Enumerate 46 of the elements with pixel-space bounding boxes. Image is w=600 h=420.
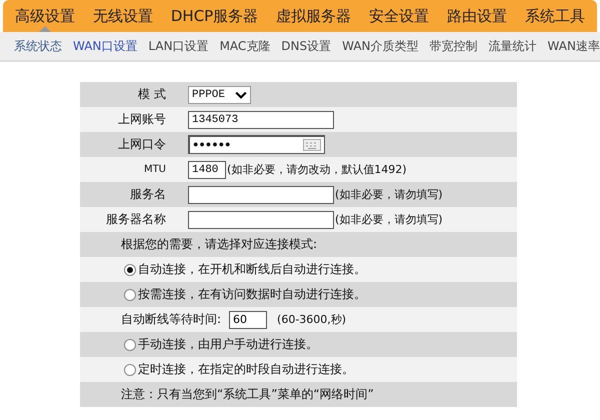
- radio-button[interactable]: [124, 288, 136, 300]
- text-field[interactable]: [188, 210, 334, 228]
- submenu-link[interactable]: 流量统计: [488, 38, 537, 54]
- menu-tab[interactable]: 安全设置: [369, 0, 430, 32]
- submenu-link[interactable]: MAC克隆: [220, 38, 270, 54]
- field-label: 上网口令: [117, 136, 167, 153]
- radio-label: 定时连接，在指定的时段自动进行连接。: [138, 361, 354, 378]
- hint-text: (如非必要，请勿改动，默认值1492): [227, 162, 407, 177]
- hint-text: (如非必要，请勿填写): [335, 187, 443, 202]
- submenu-link[interactable]: WAN口设置: [73, 38, 138, 54]
- note-text: 注意：只有当您到“系统工具”菜单的“网络时间”: [120, 386, 374, 403]
- submenu-link[interactable]: DNS设置: [281, 38, 332, 54]
- field-label: 上网账号: [117, 111, 167, 128]
- mtu-field[interactable]: 1480: [188, 160, 226, 178]
- radio-button[interactable]: [124, 338, 136, 350]
- field-label: MTU: [142, 164, 167, 175]
- submenu-link[interactable]: LAN口设置: [148, 38, 209, 54]
- radio-label: 按需连接，在有访问数据时自动进行连接。: [138, 286, 366, 303]
- submenu-link[interactable]: 系统状态: [14, 38, 62, 54]
- menu-tab[interactable]: 虚拟服务器: [276, 0, 352, 32]
- keyboard-icon: [303, 139, 321, 151]
- password-dots: ●●●●●●: [193, 140, 232, 150]
- field-label: 服务器名称: [105, 211, 167, 228]
- field-label: 自动断线等待时间:: [120, 311, 222, 328]
- password-field[interactable]: ●●●●●●: [188, 135, 325, 154]
- timeout-field[interactable]: 60: [229, 310, 268, 328]
- submenu-link[interactable]: WAN速率: [548, 38, 600, 54]
- radio-label: 手动连接，由用户手动进行连接。: [138, 336, 318, 353]
- note-text: 根据您的需要，请选择对应连接模式:: [120, 236, 318, 253]
- radio-button[interactable]: [124, 364, 136, 376]
- hint-text: (60-3600,秒): [277, 312, 346, 327]
- mode-dropdown[interactable]: PPPOE: [188, 86, 252, 104]
- field-label: 服务名: [129, 186, 167, 203]
- menu-tab[interactable]: 路由设置: [447, 0, 508, 32]
- hint-text: (如非必要，请勿填写): [335, 212, 443, 227]
- radio-label: 自动连接，在开机和断线后自动进行连接。: [138, 261, 366, 278]
- submenu-link[interactable]: 带宽控制: [430, 38, 478, 54]
- submenu-link[interactable]: WAN介质类型: [342, 38, 419, 54]
- field-label: 模 式: [137, 86, 167, 103]
- text-field[interactable]: [188, 186, 334, 204]
- text-field[interactable]: 1345073: [188, 110, 334, 128]
- menu-tab[interactable]: DHCP服务器: [170, 0, 258, 32]
- radio-button[interactable]: [124, 264, 136, 276]
- chevron-down-icon: [235, 90, 248, 98]
- menu-tab[interactable]: 无线设置: [92, 0, 153, 32]
- menu-tab[interactable]: 系统工具: [524, 0, 585, 32]
